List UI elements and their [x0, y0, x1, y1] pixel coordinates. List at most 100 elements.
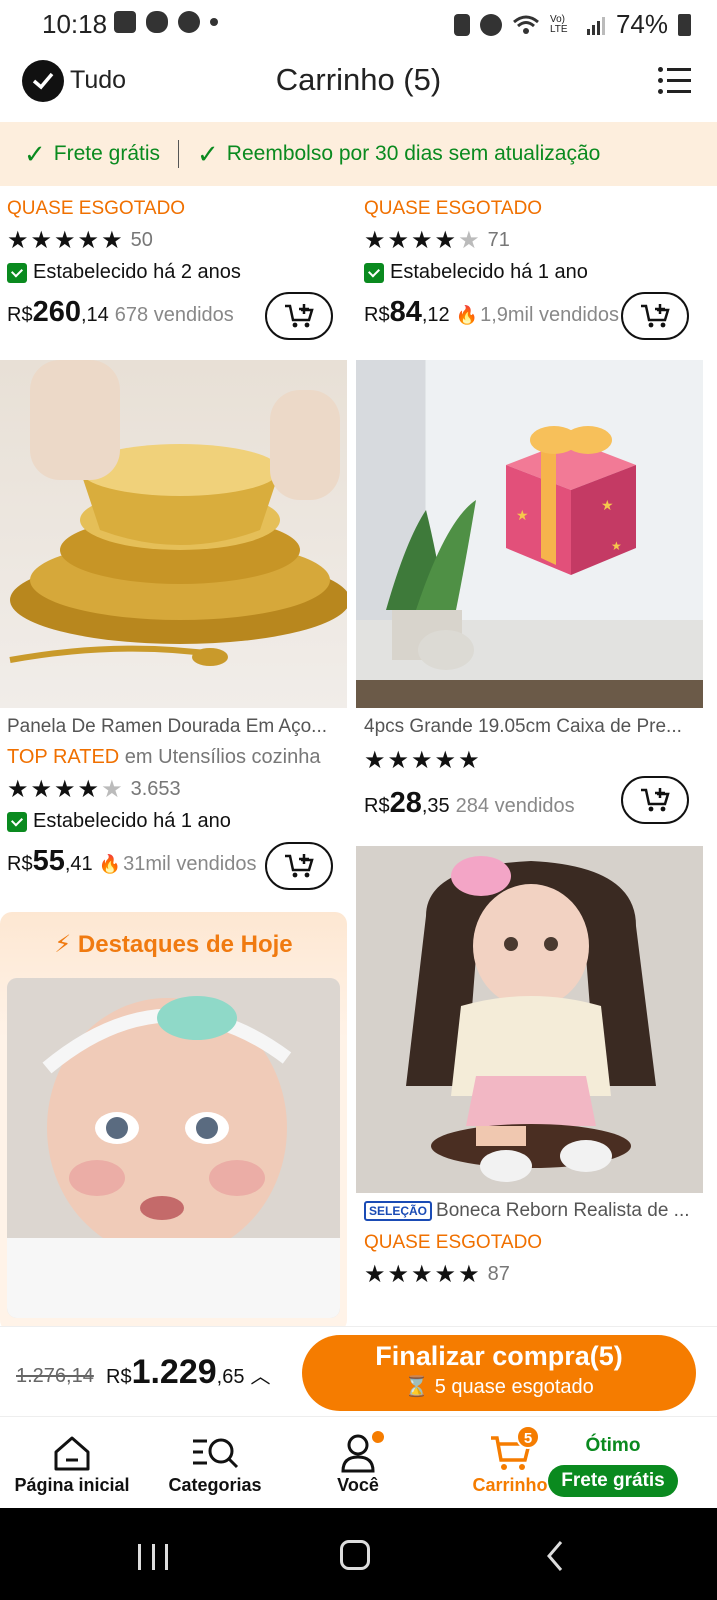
- highlight-product-image[interactable]: [7, 978, 340, 1318]
- rating-row: ★★★★★ 50: [7, 226, 347, 255]
- status-time: 10:18: [42, 9, 108, 39]
- calendar-check-icon: [7, 811, 27, 832]
- store-established: Estabelecido há 1 ano: [7, 810, 347, 833]
- more-notifications-icon: [210, 18, 218, 26]
- home-icon: [54, 1436, 90, 1471]
- product-image[interactable]: [356, 846, 703, 1193]
- checkmark-icon: ✓: [197, 138, 219, 169]
- sold-count: 31mil vendidos: [123, 853, 257, 875]
- rating-stars: ★★★★★: [364, 747, 482, 774]
- add-to-cart-button[interactable]: [265, 842, 333, 890]
- rating-count: 50: [130, 229, 153, 251]
- price-int: 260: [32, 296, 81, 328]
- product-image[interactable]: ★ ★ ★: [356, 360, 703, 708]
- currency: R$: [7, 853, 33, 875]
- flame-icon: 🔥: [98, 854, 122, 874]
- nav-cart-label: Carrinho: [472, 1475, 548, 1495]
- status-bar: 10:18 Vo) LTE 74%: [0, 0, 717, 48]
- currency: R$: [106, 1366, 132, 1388]
- price-dec: ,12: [421, 304, 450, 326]
- product-title-row: SELEÇÃO Boneca Reborn Realista de ...: [364, 1200, 704, 1222]
- rating-count: 71: [487, 229, 510, 251]
- divider: [178, 140, 179, 168]
- add-to-cart-button[interactable]: [265, 292, 333, 340]
- promo-pill: Frete grátis: [548, 1465, 678, 1497]
- low-stock-count: 5 quase esgotado: [434, 1376, 594, 1398]
- product-card[interactable]: 4pcs Grande 19.05cm Caixa de Pre... ★★★★…: [364, 714, 704, 834]
- nav-home-label: Página inicial: [14, 1475, 130, 1495]
- total-price[interactable]: R$ 1.229,65 ︿: [106, 1353, 270, 1392]
- nav-home[interactable]: Página inicial: [12, 1431, 132, 1496]
- currency: R$: [364, 304, 390, 326]
- total-dec: ,65: [216, 1366, 245, 1388]
- chevron-up-icon[interactable]: ︿: [250, 1360, 270, 1389]
- calendar-check-icon: [7, 262, 27, 283]
- rating-stars: ★★★★★: [7, 776, 125, 803]
- rating-stars: ★★★★★: [7, 227, 125, 254]
- product-card[interactable]: Panela De Ramen Dourada Em Aço... TOP RA…: [7, 714, 347, 894]
- benefits-banner: ✓ Frete grátis ✓ Reembolso por 30 dias s…: [0, 122, 717, 186]
- nav-cart[interactable]: 5 Carrinho: [468, 1425, 552, 1496]
- recent-apps-icon[interactable]: [138, 1544, 168, 1570]
- free-shipping-promo[interactable]: Ótimo Frete grátis: [548, 1431, 678, 1497]
- checkout-label: Finalizar compra(5): [375, 1341, 623, 1371]
- rating-stars: ★★★★★: [364, 1261, 482, 1288]
- rating-count: 87: [487, 1263, 510, 1285]
- product-card[interactable]: QUASE ESGOTADO ★★★★★ 71 Estabelecido há …: [364, 186, 704, 346]
- notification-icons: [114, 11, 218, 33]
- checkout-button[interactable]: Finalizar compra(5) ⌛ 5 quase esgotado: [302, 1335, 696, 1411]
- product-card[interactable]: QUASE ESGOTADO ★★★★★ 50 Estabelecido há …: [7, 186, 347, 346]
- reborn-doll-image: [356, 846, 703, 1193]
- home-button-icon[interactable]: [340, 1540, 370, 1570]
- store-established: Estabelecido há 2 anos: [7, 261, 347, 284]
- price-dec: ,14: [80, 304, 109, 326]
- recommendation-feed[interactable]: QUASE ESGOTADO ★★★★★ 50 Estabelecido há …: [0, 186, 717, 1326]
- price-dec: ,35: [421, 795, 450, 817]
- rating-count: 3.653: [130, 778, 181, 800]
- product-card[interactable]: SELEÇÃO Boneca Reborn Realista de ... QU…: [364, 1200, 704, 1326]
- stock-status: QUASE ESGOTADO: [364, 198, 543, 219]
- add-to-cart-button[interactable]: [621, 776, 689, 824]
- battery-saver-icon: [453, 13, 470, 36]
- signal-icon: [586, 16, 605, 35]
- system-navigation: [0, 1508, 717, 1600]
- stock-status: QUASE ESGOTADO: [364, 1232, 543, 1253]
- category-label: em Utensílios cozinha: [119, 746, 321, 768]
- cart-plus-icon: [641, 788, 670, 812]
- svg-text:★: ★: [601, 497, 614, 513]
- promo-top-label: Ótimo: [585, 1435, 641, 1456]
- calendar-check-icon: [364, 262, 384, 283]
- product-title: Boneca Reborn Realista de ...: [436, 1200, 690, 1221]
- free-shipping-label: Frete grátis: [53, 142, 160, 165]
- cart-plus-icon: [641, 304, 670, 328]
- alarm-icon: [479, 13, 502, 36]
- top-rated-tag: TOP RATED: [7, 746, 120, 768]
- price-int: 28: [389, 787, 422, 819]
- add-to-cart-button[interactable]: [621, 292, 689, 340]
- hourglass-icon: ⌛: [404, 1376, 430, 1398]
- user-icon: [341, 1434, 375, 1473]
- cart-plus-icon: [285, 854, 314, 878]
- product-title-cut: [364, 186, 704, 196]
- categories-search-icon: [193, 1438, 239, 1469]
- nav-you[interactable]: Você: [318, 1431, 398, 1496]
- link-icon: [146, 11, 168, 33]
- back-icon[interactable]: [545, 1540, 565, 1572]
- established-label: Estabelecido há 1 ano: [390, 261, 588, 283]
- baby-doll-image: [7, 978, 340, 1318]
- nav-categories[interactable]: Categorias: [160, 1431, 270, 1496]
- refund-label: Reembolso por 30 dias sem atualização: [226, 142, 601, 165]
- price-dec: ,41: [64, 853, 93, 875]
- wifi-icon: [512, 15, 539, 34]
- menu-list-icon[interactable]: [658, 67, 691, 94]
- rating-row: ★★★★★ 3.653: [7, 775, 347, 804]
- rating-row: ★★★★★ 87: [364, 1260, 704, 1289]
- notification-dot: [372, 1431, 384, 1443]
- todays-highlights-card[interactable]: ⚡ Destaques de Hoje: [0, 912, 347, 1326]
- rating-row: ★★★★★ 71: [364, 226, 704, 255]
- checkout-sub: ⌛ 5 quase esgotado: [302, 1374, 696, 1399]
- store-established: Estabelecido há 1 ano: [364, 261, 704, 284]
- original-price: 1.276,14: [16, 1365, 94, 1387]
- product-image[interactable]: [0, 360, 347, 708]
- facebook-icon: [178, 11, 200, 33]
